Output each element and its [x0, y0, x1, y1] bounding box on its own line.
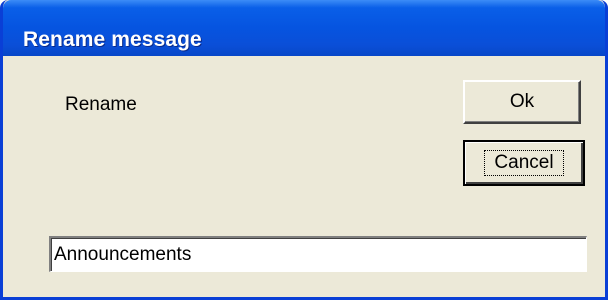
rename-message-dialog: Rename message Rename Ok Cancel — [0, 0, 608, 300]
dialog-title: Rename message — [23, 28, 202, 51]
new-name-input[interactable] — [49, 236, 587, 272]
ok-button-label: Ok — [509, 91, 535, 112]
rename-label: Rename — [65, 94, 137, 115]
ok-button[interactable]: Ok — [463, 80, 581, 124]
cancel-button[interactable]: Cancel — [463, 140, 585, 186]
dialog-body: Rename Ok Cancel — [3, 56, 605, 297]
dialog-titlebar[interactable]: Rename message — [3, 0, 605, 56]
cancel-button-label: Cancel — [484, 150, 564, 176]
